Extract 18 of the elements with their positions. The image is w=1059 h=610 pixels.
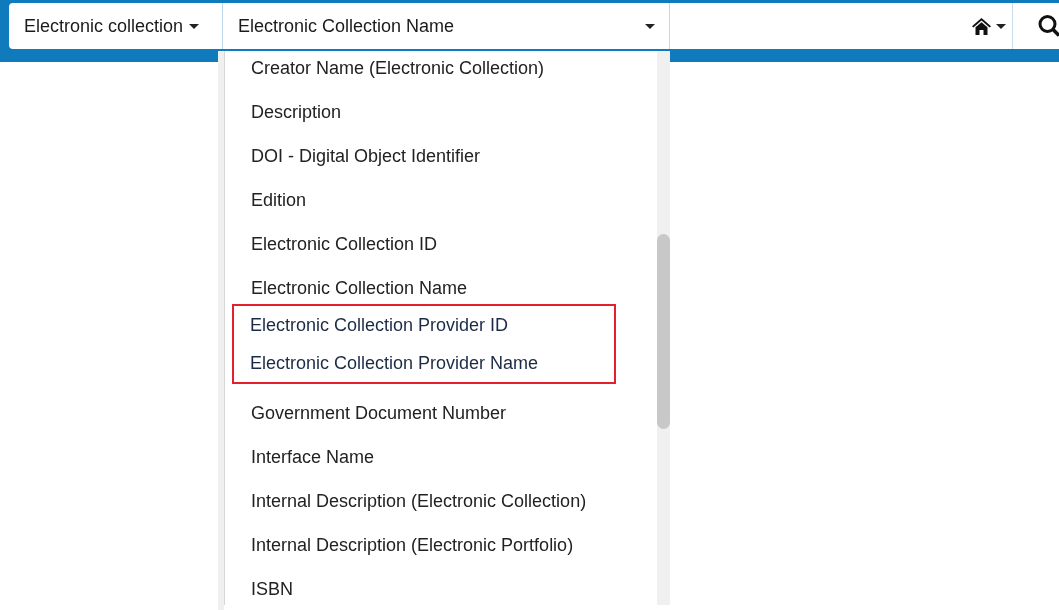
caret-icon bbox=[996, 23, 1006, 29]
menu-item[interactable]: Internal Description (Electronic Collection) bbox=[225, 479, 657, 523]
menu-item[interactable]: DOI - Digital Object Identifier bbox=[225, 134, 657, 178]
menu-item[interactable]: Electronic Collection Provider Name bbox=[234, 344, 614, 382]
menu-item[interactable]: ISBN bbox=[225, 567, 657, 610]
menu-item[interactable]: Electronic Collection ID bbox=[225, 222, 657, 266]
scope-dropdown[interactable]: Electronic collection bbox=[9, 3, 222, 49]
home-icon bbox=[972, 17, 991, 35]
scrollbar-thumb[interactable] bbox=[657, 234, 670, 429]
menu-item[interactable]: Internal Description (Electronic Portfolio) bbox=[225, 523, 657, 567]
menu-item[interactable]: Creator Name (Electronic Collection) bbox=[225, 51, 657, 90]
field-dropdown[interactable]: Electronic Collection Name bbox=[222, 3, 670, 49]
menu-item[interactable]: Edition bbox=[225, 178, 657, 222]
menu-item[interactable]: Description bbox=[225, 90, 657, 134]
menu-item[interactable]: Government Document Number bbox=[225, 391, 657, 435]
caret-icon bbox=[189, 23, 200, 29]
caret-icon bbox=[645, 23, 655, 29]
menu-item[interactable]: Interface Name bbox=[225, 435, 657, 479]
